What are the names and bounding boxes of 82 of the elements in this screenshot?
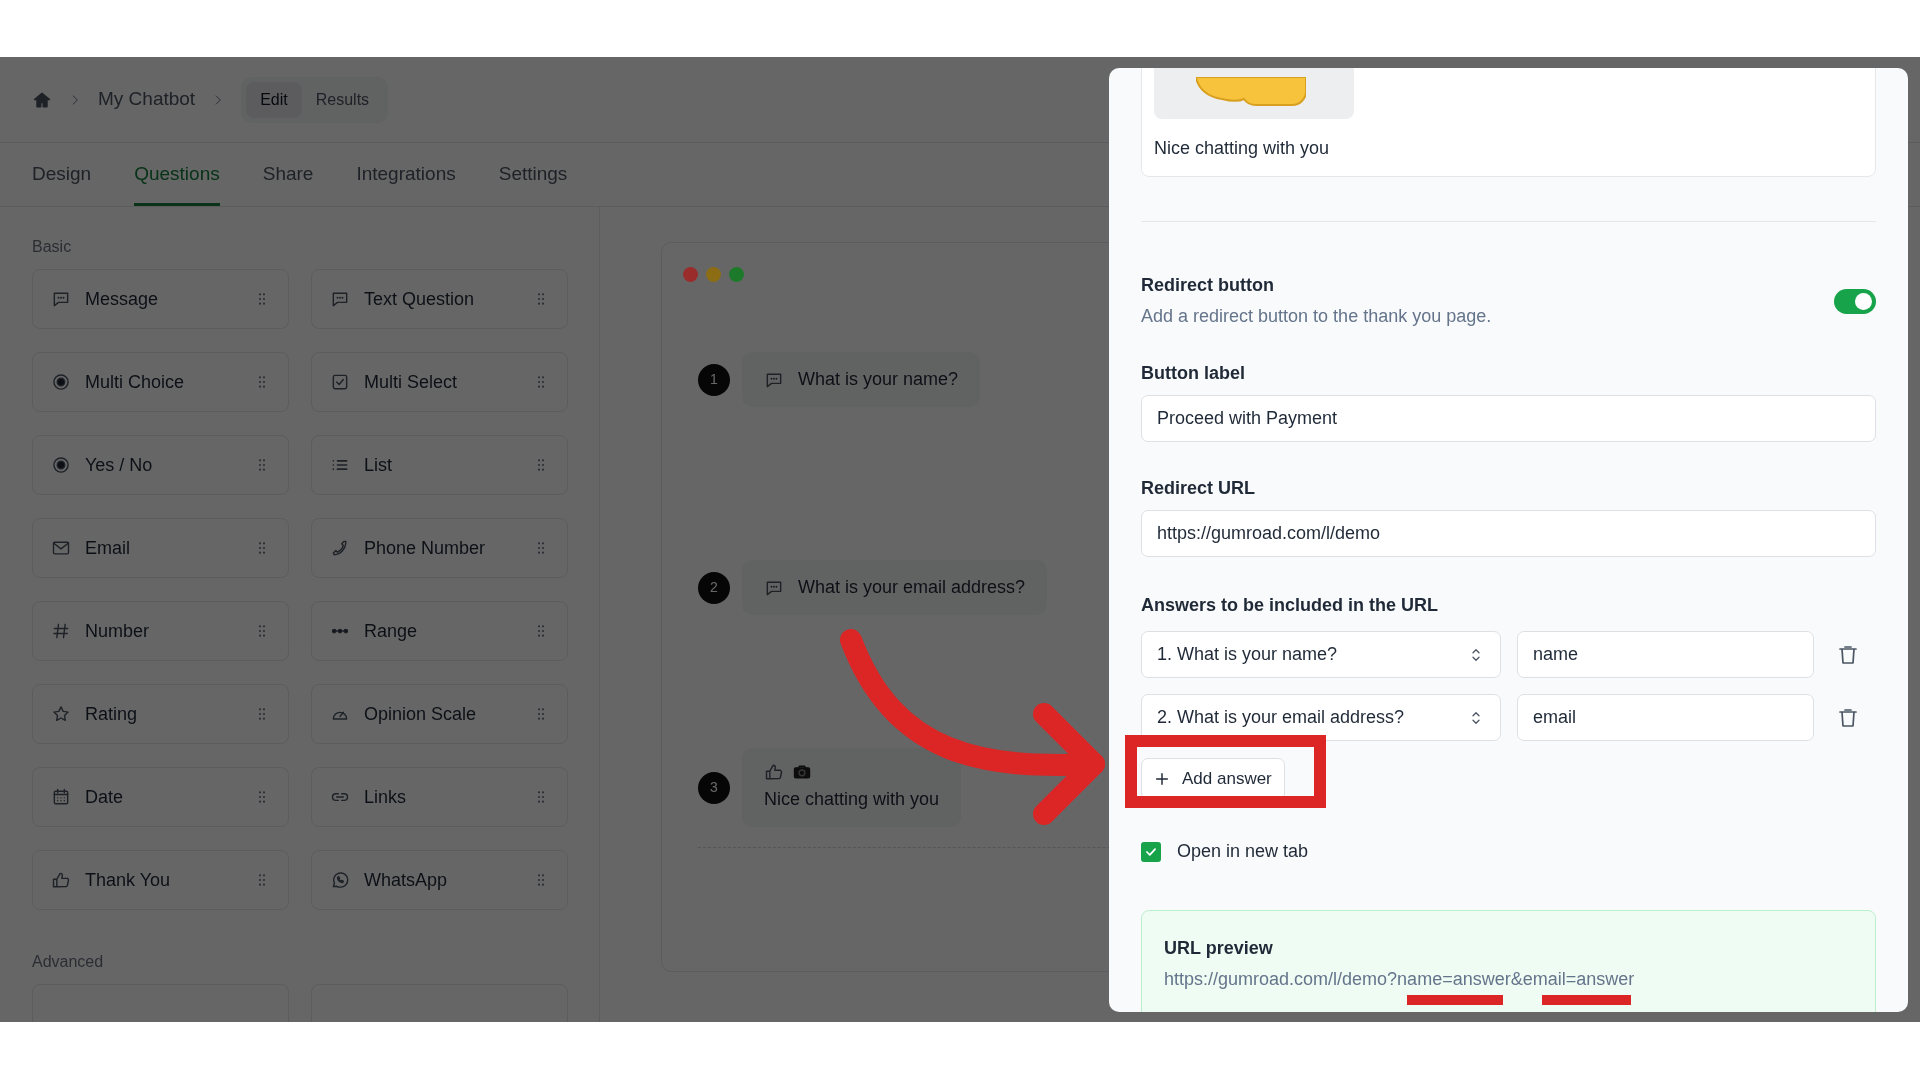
checkbox-icon: [330, 372, 350, 392]
question-type-card[interactable]: Range: [311, 601, 568, 661]
question-type-card[interactable]: List: [311, 435, 568, 495]
envelope-icon: [51, 538, 71, 558]
question-type-card[interactable]: Links: [311, 767, 568, 827]
message-text: What is your email address?: [798, 576, 1026, 599]
question-type-label: Yes / No: [85, 453, 154, 477]
section-heading: Advanced: [32, 952, 105, 972]
step-number: 3: [698, 771, 730, 804]
question-type-label: Opinion Scale: [364, 702, 478, 726]
url-text: https://gumroad.com/l/demo?name=answer&email=answer: [1164, 968, 1635, 991]
message-text: What is your name?: [798, 368, 959, 391]
question-type-label: WhatsApp: [364, 868, 449, 892]
segment-tab[interactable]: Results: [301, 81, 384, 118]
nav-tab[interactable]: Settings: [498, 143, 568, 206]
plus-icon: [1154, 771, 1170, 787]
question-type-card[interactable]: Multi Select: [311, 352, 568, 412]
step-number: 2: [698, 571, 730, 604]
text-field[interactable]: email: [1517, 694, 1814, 741]
card-caption: Nice chatting with you: [1154, 137, 1331, 160]
text-field[interactable]: name: [1517, 631, 1814, 678]
question-type-card[interactable]: Date: [32, 767, 289, 827]
nav-tab[interactable]: Share: [262, 143, 314, 206]
nav-tab[interactable]: Integrations: [356, 143, 456, 206]
field-label: URL preview: [1164, 937, 1274, 960]
radio-icon: [51, 455, 71, 475]
question-type-label: Message: [85, 287, 160, 311]
step-number: 1: [698, 363, 730, 396]
camera-icon: [792, 762, 812, 782]
question-type-card[interactable]: Message: [32, 269, 289, 329]
nav-tab[interactable]: Questions: [134, 143, 220, 206]
star-icon: [51, 704, 71, 724]
question-type-card[interactable]: Thank You: [32, 850, 289, 910]
question-type-label: Email: [85, 536, 131, 560]
toggle-switch[interactable]: [1834, 288, 1876, 314]
question-type-label: Multi Choice: [85, 370, 186, 394]
field-label: Answers to be included in the URL: [1141, 594, 1440, 617]
question-type-label: Multi Select: [364, 370, 459, 394]
question-type-label: Text Question: [364, 287, 476, 311]
question-select[interactable]: 2. What is your email address?: [1141, 694, 1501, 741]
radio-icon: [51, 372, 71, 392]
thumbs-up-icon: [764, 762, 784, 782]
question-type-label: List: [364, 453, 393, 477]
chat-bubble-icon: [51, 289, 71, 309]
question-type-card[interactable]: Email: [32, 518, 289, 578]
select-value: 2. What is your email address?: [1157, 706, 1405, 729]
field-label: Button label: [1141, 362, 1246, 385]
question-type-label: Number: [85, 619, 151, 643]
question-type-label: Date: [85, 785, 125, 809]
question-select[interactable]: 1. What is your name?: [1141, 631, 1501, 678]
question-type-card[interactable]: Yes / No: [32, 435, 289, 495]
question-type-card[interactable]: Phone Number: [311, 518, 568, 578]
section-heading: Basic: [32, 237, 73, 257]
question-type-label: Rating: [85, 702, 139, 726]
question-type-card[interactable]: Text Question: [311, 269, 568, 329]
fist-emoji-icon: [1196, 77, 1306, 107]
text-field[interactable]: Proceed with Payment: [1141, 395, 1876, 442]
thumbs-up-icon: [51, 870, 71, 890]
question-type-card[interactable]: WhatsApp: [311, 850, 568, 910]
field-label: Redirect button: [1141, 274, 1275, 297]
calendar-icon: [51, 787, 71, 807]
message-text: Nice chatting with you: [764, 788, 940, 811]
segment-tab[interactable]: Edit: [246, 81, 302, 118]
field-label: Redirect URL: [1141, 477, 1257, 500]
question-type-label: Range: [364, 619, 419, 643]
breadcrumb-link[interactable]: My Chatbot: [98, 85, 196, 114]
phone-icon: [330, 538, 350, 558]
question-type-card[interactable]: Rating: [32, 684, 289, 744]
select-value: 1. What is your name?: [1157, 643, 1338, 666]
checkbox[interactable]: [1141, 841, 1161, 862]
question-type-card[interactable]: Opinion Scale: [311, 684, 568, 744]
field-description: Add a redirect button to the thank you page.: [1141, 305, 1492, 328]
question-type-card[interactable]: Number: [32, 601, 289, 661]
question-type-card[interactable]: Multi Choice: [32, 352, 289, 412]
chat-bubble-icon: [330, 289, 350, 309]
nav-tab[interactable]: Design: [32, 143, 92, 206]
text-field[interactable]: https://gumroad.com/l/demo: [1141, 510, 1876, 557]
hash-icon: [51, 621, 71, 641]
question-type-label: Thank You: [85, 868, 172, 892]
question-type-label: Phone Number: [364, 536, 487, 560]
checkbox-label: Open in new tab: [1177, 840, 1309, 863]
question-type-label: Links: [364, 785, 408, 809]
